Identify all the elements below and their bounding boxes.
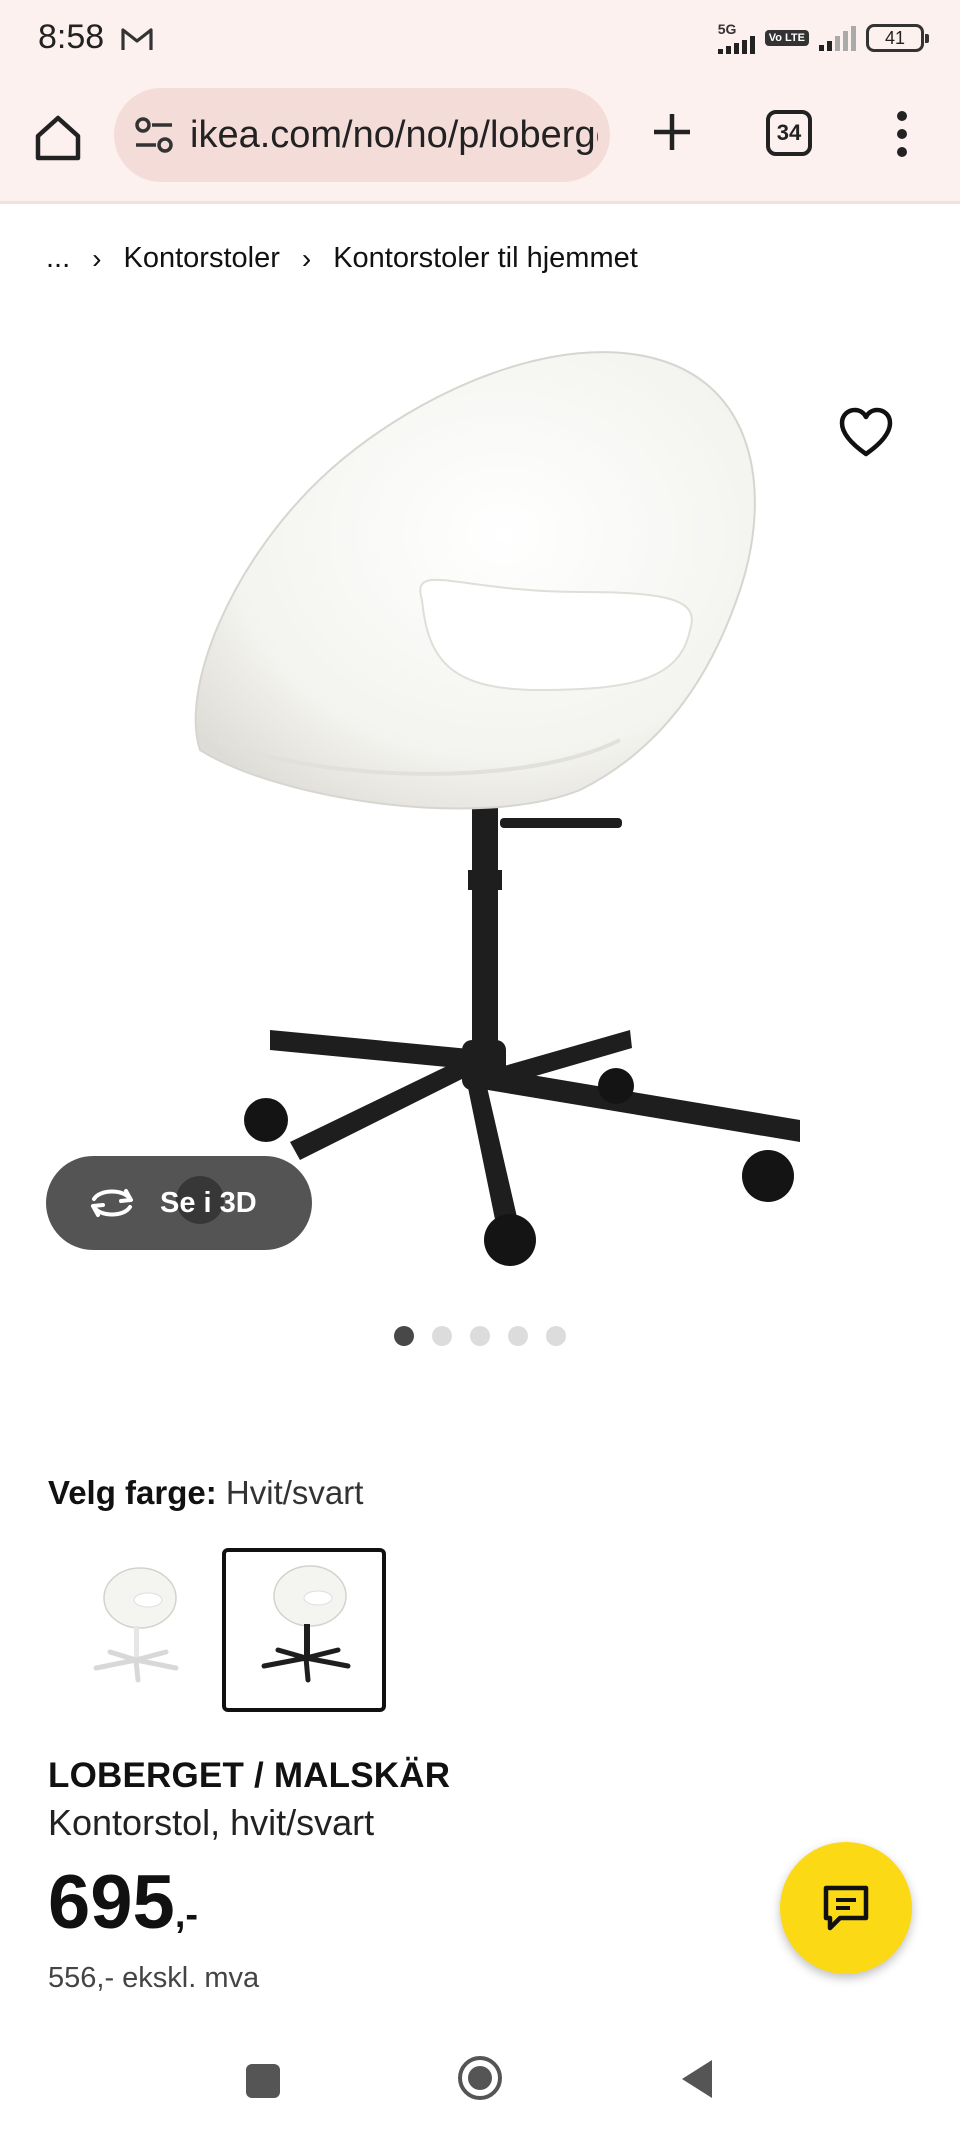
color-selector-heading: Velg farge: Hvit/svart <box>48 1474 363 1512</box>
gallery-dot[interactable] <box>470 1326 490 1346</box>
color-option-white[interactable] <box>48 1548 212 1712</box>
tab-switcher-button[interactable]: 34 <box>766 110 812 156</box>
breadcrumb-item-office-chairs[interactable]: Kontorstoler <box>124 242 280 275</box>
url-text: ikea.com/no/no/p/loberget-malskar-kontor… <box>190 114 598 156</box>
product-description: Kontorstol, hvit/svart <box>48 1802 375 1843</box>
gallery-pagination <box>394 1326 566 1346</box>
product-name: LOBERGET / MALSKÄR <box>48 1756 451 1795</box>
signal-secondary-icon <box>819 25 856 51</box>
new-tab-icon[interactable] <box>648 108 696 156</box>
chevron-right-icon: › <box>301 242 312 274</box>
status-bar: 8:58 5G Vo LTE 41 <box>0 0 960 80</box>
color-label: Velg farge: <box>48 1474 217 1511</box>
home-circle-icon[interactable] <box>456 2054 504 2102</box>
gallery-dot[interactable] <box>432 1326 452 1346</box>
rotate-3d-icon <box>91 1189 133 1217</box>
browser-toolbar: ikea.com/no/no/p/loberget-malskar-kontor… <box>0 80 960 204</box>
breadcrumb: ... › Kontorstoler › Kontorstoler til hj… <box>46 242 638 275</box>
gallery-dot[interactable] <box>546 1326 566 1346</box>
gmail-icon <box>121 28 153 50</box>
status-time: 8:58 <box>38 18 105 56</box>
volte-icon: Vo LTE <box>764 30 809 46</box>
home-icon[interactable] <box>30 110 86 166</box>
price-excl-vat: 556,- ekskl. mva <box>48 1962 260 1994</box>
signal-icon <box>717 36 755 54</box>
product-price: 695 ,- <box>48 1862 198 1944</box>
view-3d-label: Se i 3D <box>160 1186 257 1219</box>
product-image[interactable] <box>160 330 820 1290</box>
address-bar[interactable]: ikea.com/no/no/p/loberget-malskar-kontor… <box>114 88 610 182</box>
back-icon[interactable] <box>676 2056 716 2102</box>
chat-icon <box>823 1885 869 1931</box>
breadcrumb-item-ellipsis[interactable]: ... <box>46 242 70 275</box>
network-type-label: 5G <box>717 21 737 37</box>
battery-icon: 41 <box>866 24 929 52</box>
chat-button[interactable] <box>780 1842 912 1974</box>
site-settings-icon[interactable] <box>132 114 176 156</box>
gallery-dot[interactable] <box>394 1326 414 1346</box>
system-navigation-bar <box>0 2040 960 2134</box>
heart-icon[interactable] <box>836 404 896 464</box>
color-value: Hvit/svart <box>225 1474 364 1511</box>
color-option-black[interactable] <box>222 1548 386 1712</box>
price-main: 695 <box>48 1860 175 1945</box>
gallery-dot[interactable] <box>508 1326 528 1346</box>
breadcrumb-item-home-office-chairs[interactable]: Kontorstoler til hjemmet <box>333 242 638 275</box>
chevron-right-icon: › <box>92 242 102 274</box>
price-suffix: ,- <box>174 1894 199 1936</box>
recent-apps-icon[interactable] <box>246 2064 280 2098</box>
more-options-icon[interactable] <box>880 106 924 162</box>
view-3d-button[interactable]: Se i 3D <box>46 1156 312 1250</box>
status-indicators: 5G Vo LTE 41 <box>717 21 929 54</box>
